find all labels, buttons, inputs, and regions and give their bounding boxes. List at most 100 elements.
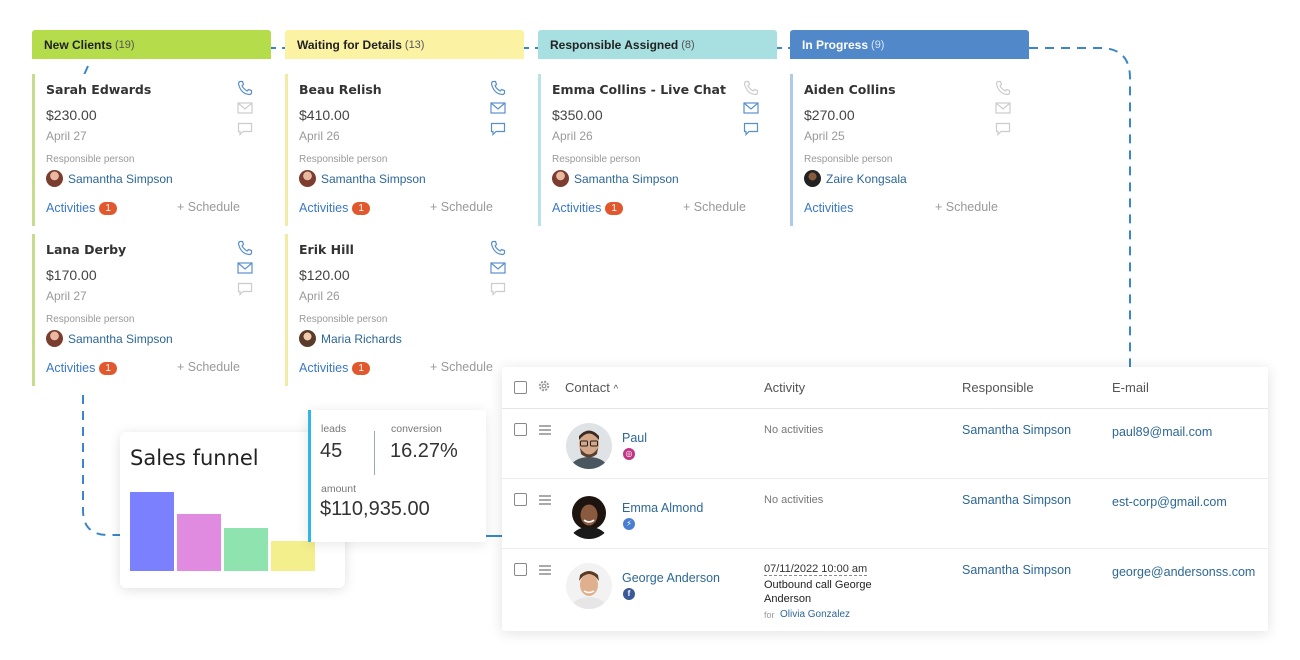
column-header-waiting-for-details[interactable]: Waiting for Details (13)	[285, 30, 524, 59]
column-count: (8)	[681, 38, 695, 51]
responsible-person[interactable]: Maria Richards	[299, 330, 402, 347]
responsible-person[interactable]: Samantha Simpson	[46, 330, 173, 347]
responsible-name[interactable]: Samantha Simpson	[962, 493, 1071, 507]
table-row[interactable]: Emma Almond ⚡ No activities Samantha Sim…	[502, 479, 1268, 549]
deal-date: April 26	[299, 289, 340, 303]
deal-name: Emma Collins - Live Chat	[552, 82, 726, 97]
funnel-bar	[271, 541, 315, 571]
contact-photo	[566, 563, 612, 609]
activities-link[interactable]: Activities 1	[299, 361, 370, 375]
mail-icon[interactable]	[237, 261, 255, 277]
responsible-name[interactable]: Samantha Simpson	[962, 423, 1071, 437]
column-header-responsible[interactable]: Responsible	[962, 380, 1034, 395]
activities-link[interactable]: Activities 1	[299, 201, 370, 215]
schedule-button[interactable]: + Schedule	[177, 200, 240, 214]
messenger-icon[interactable]: ⚡	[623, 518, 635, 530]
responsible-person[interactable]: Samantha Simpson	[552, 170, 679, 187]
deal-card[interactable]: Emma Collins - Live Chat $350.00 April 2…	[538, 74, 771, 226]
responsible-person[interactable]: Samantha Simpson	[46, 170, 173, 187]
column-header-contact[interactable]: Contact ^	[565, 380, 618, 395]
drag-handle-icon[interactable]	[539, 495, 551, 507]
deal-card[interactable]: Lana Derby $170.00 April 27 Responsible …	[32, 234, 265, 386]
contact-name[interactable]: Emma Almond	[622, 501, 703, 515]
responsible-name[interactable]: Samantha Simpson	[962, 563, 1071, 577]
chat-icon[interactable]	[237, 122, 255, 138]
select-all-checkbox[interactable]	[514, 381, 527, 394]
deal-card[interactable]: Erik Hill $120.00 April 26 Responsible p…	[285, 234, 518, 386]
table-header: Contact ^ Activity Responsible E-mail	[502, 367, 1268, 409]
stats-divider	[374, 431, 375, 475]
row-checkbox[interactable]	[514, 493, 527, 506]
mail-icon[interactable]	[743, 101, 761, 117]
schedule-button[interactable]: + Schedule	[430, 200, 493, 214]
deal-amount: $350.00	[552, 107, 603, 123]
leads-label: leads	[321, 423, 347, 435]
activity-for-label: for	[764, 610, 775, 620]
responsible-label: Responsible person	[804, 154, 893, 165]
responsible-label: Responsible person	[299, 314, 388, 325]
activities-link[interactable]: Activities 1	[552, 201, 623, 215]
sort-ascending-icon[interactable]: ^	[613, 384, 618, 395]
funnel-bar	[130, 492, 174, 571]
chat-icon[interactable]	[743, 122, 761, 138]
phone-icon[interactable]	[490, 80, 508, 96]
activities-label: Activities	[299, 361, 349, 375]
settings-gear-icon[interactable]	[537, 379, 551, 398]
contact-name[interactable]: Paul	[622, 431, 647, 445]
phone-icon[interactable]	[237, 80, 255, 96]
drag-handle-icon[interactable]	[539, 425, 551, 437]
contact-email[interactable]: est-corp@gmail.com	[1112, 495, 1227, 509]
column-header-new-clients[interactable]: New Clients (19)	[32, 30, 271, 59]
instagram-icon[interactable]: ◎	[623, 448, 635, 460]
schedule-button[interactable]: + Schedule	[430, 360, 493, 374]
deal-card[interactable]: Sarah Edwards $230.00 April 27 Responsib…	[32, 74, 265, 226]
leads-value: 45	[320, 440, 343, 462]
deal-date: April 26	[299, 129, 340, 143]
row-checkbox[interactable]	[514, 563, 527, 576]
deal-name: Beau Relish	[299, 82, 382, 97]
drag-handle-icon[interactable]	[539, 565, 551, 577]
responsible-person[interactable]: Samantha Simpson	[299, 170, 426, 187]
responsible-name: Samantha Simpson	[574, 171, 679, 186]
activities-link[interactable]: Activities	[804, 201, 853, 215]
contact-photo	[566, 493, 612, 539]
table-row[interactable]: Paul ◎ No activities Samantha Simpson pa…	[502, 409, 1268, 479]
column-header-email[interactable]: E-mail	[1112, 380, 1149, 395]
column-count: (9)	[871, 38, 885, 51]
facebook-icon[interactable]: f	[623, 588, 635, 600]
mail-icon[interactable]	[490, 101, 508, 117]
chat-icon[interactable]	[490, 122, 508, 138]
contact-email[interactable]: george@andersonss.com	[1112, 565, 1255, 579]
mail-icon[interactable]	[995, 101, 1013, 117]
chat-icon[interactable]	[995, 122, 1013, 138]
row-checkbox[interactable]	[514, 423, 527, 436]
responsible-person[interactable]: Zaire Kongsala	[804, 170, 907, 187]
column-header-in-progress[interactable]: In Progress (9)	[790, 30, 1029, 59]
responsible-name: Samantha Simpson	[321, 171, 426, 186]
contact-email[interactable]: paul89@mail.com	[1112, 425, 1212, 439]
phone-icon[interactable]	[743, 80, 761, 96]
table-row[interactable]: George Anderson f 07/11/2022 10:00 am Ou…	[502, 549, 1268, 620]
schedule-button[interactable]: + Schedule	[935, 200, 998, 214]
schedule-button[interactable]: + Schedule	[177, 360, 240, 374]
activities-link[interactable]: Activities 1	[46, 201, 117, 215]
phone-icon[interactable]	[490, 240, 508, 256]
activities-count-badge: 1	[352, 201, 370, 215]
activities-link[interactable]: Activities 1	[46, 361, 117, 375]
conversion-label: conversion	[391, 423, 442, 435]
mail-icon[interactable]	[490, 261, 508, 277]
mail-icon[interactable]	[237, 101, 255, 117]
contact-name[interactable]: George Anderson	[622, 571, 720, 585]
avatar	[299, 330, 316, 347]
activity-date[interactable]: 07/11/2022 10:00 am	[764, 563, 868, 576]
deal-card[interactable]: Beau Relish $410.00 April 26 Responsible…	[285, 74, 518, 226]
schedule-button[interactable]: + Schedule	[683, 200, 746, 214]
phone-icon[interactable]	[237, 240, 255, 256]
activity-assignee[interactable]: Olivia Gonzalez	[780, 609, 850, 620]
chat-icon[interactable]	[490, 282, 508, 298]
phone-icon[interactable]	[995, 80, 1013, 96]
column-header-activity[interactable]: Activity	[764, 380, 805, 395]
chat-icon[interactable]	[237, 282, 255, 298]
column-header-responsible-assigned[interactable]: Responsible Assigned (8)	[538, 30, 777, 59]
deal-card[interactable]: Aiden Collins $270.00 April 25 Responsib…	[790, 74, 1023, 226]
